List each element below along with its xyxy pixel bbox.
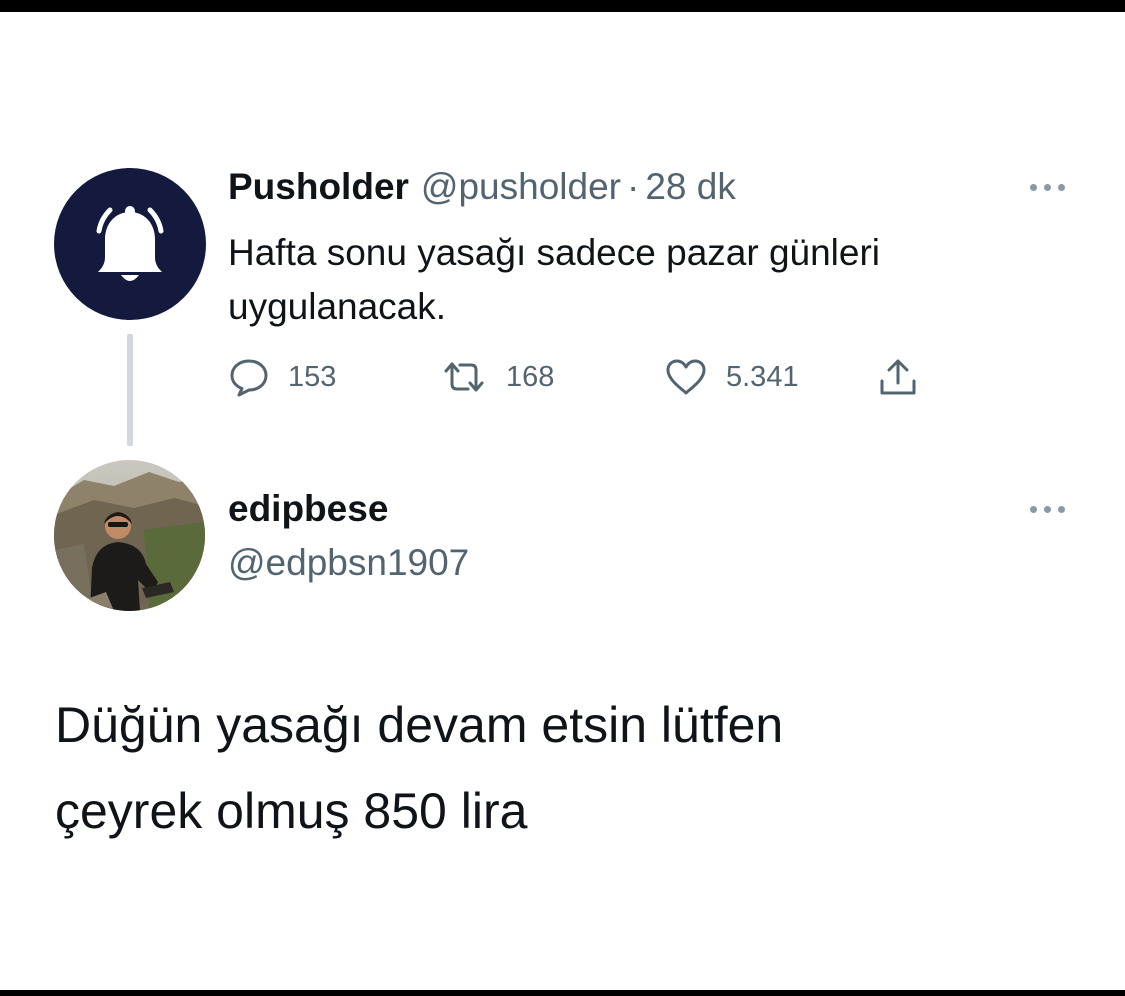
top-border-bar [0,0,1125,12]
bell-icon [96,206,164,281]
quoted-handle[interactable]: @pusholder [421,164,621,210]
pusholder-avatar[interactable] [54,168,206,320]
header-separator: · [627,166,640,207]
ellipsis-icon[interactable] [1030,502,1070,516]
like-count: 5.341 [726,360,799,393]
reply-tweet-text: Düğün yasağı devam etsin lütfen çeyrek o… [55,682,1065,854]
bottom-border-bar [0,990,1125,996]
reply-count: 153 [288,360,337,393]
quoted-text-line: Hafta sonu yasağı sadece pazar günleri [228,232,881,273]
reply-text-line: çeyrek olmuş 850 lira [55,783,528,839]
retweet-count: 168 [506,360,555,393]
quoted-timestamp[interactable]: 28 dk [645,164,736,210]
share-arrow-icon [880,359,916,395]
retweet-arrows-icon [444,362,484,392]
edipbese-avatar[interactable] [54,460,205,611]
reply-display-name[interactable]: edipbese [228,486,388,532]
quoted-text-line: uygulanacak. [228,286,447,327]
thread-connector-line [127,334,133,446]
quoted-display-name[interactable]: Pusholder [228,164,409,210]
reply-handle[interactable]: @edpbsn1907 [228,540,469,586]
quoted-tweet-header: Pusholder @pusholder · 28 dk [228,164,736,210]
like-button[interactable]: 5.341 [664,352,799,402]
share-button[interactable] [876,352,920,402]
profile-photo [54,460,205,611]
speech-bubble-icon [230,359,268,397]
retweet-button[interactable]: 168 [440,352,554,402]
reply-text-line: Düğün yasağı devam etsin lütfen [55,697,784,753]
reply-button[interactable]: 153 [228,352,336,402]
quoted-tweet-text: Hafta sonu yasağı sadece pazar günleri u… [228,226,1048,334]
tweet-action-bar: 153 168 5.341 [228,352,948,402]
heart-icon [666,359,706,395]
ellipsis-icon[interactable] [1030,180,1070,194]
